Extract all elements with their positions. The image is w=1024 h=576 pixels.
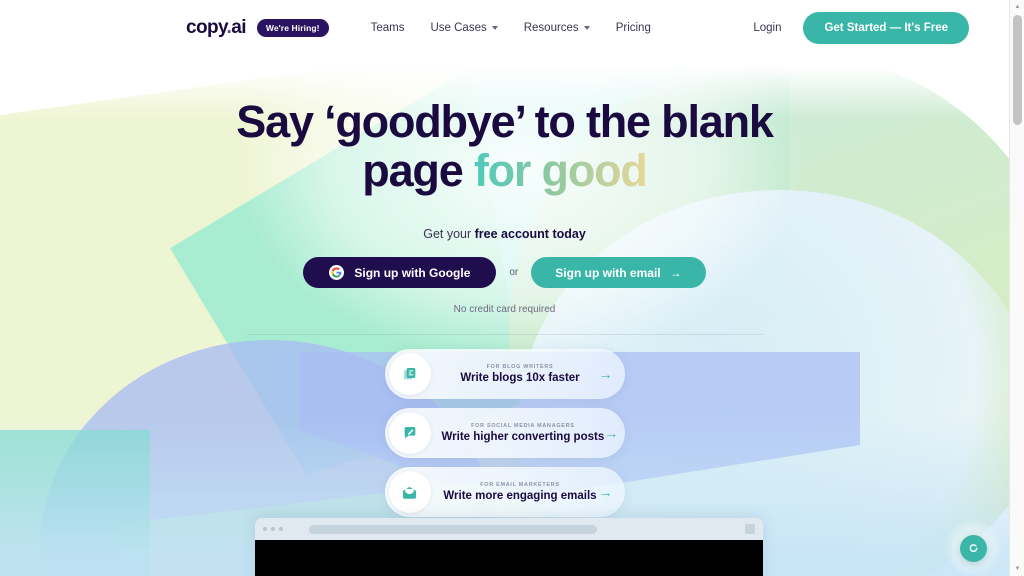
feature-card-text: FOR BLOG WRITERS Write blogs 10x faster xyxy=(442,364,599,384)
hero-section: Say ‘goodbye’ to the blank page for good… xyxy=(0,56,1009,518)
no-credit-card-note: No credit card required xyxy=(453,304,556,316)
hero-subhead: Get your free account today xyxy=(0,227,1009,241)
google-icon xyxy=(329,265,345,281)
arrow-right-icon: → xyxy=(598,366,613,383)
subhead-bold: free account today xyxy=(474,227,586,242)
arrow-right-icon: → xyxy=(604,425,619,442)
feature-card-email-marketers[interactable]: FOR EMAIL MARKETERS Write more engaging … xyxy=(384,467,625,518)
document-stack-icon xyxy=(388,353,431,396)
nav-right-group: Login Get Started — It's Free xyxy=(753,12,969,44)
subhead-prefix: Get your xyxy=(423,227,475,242)
nav-item-pricing[interactable]: Pricing xyxy=(616,22,651,34)
login-link[interactable]: Login xyxy=(753,22,781,34)
logo-suffix: ai xyxy=(231,17,246,38)
feature-card-eyebrow: FOR BLOG WRITERS xyxy=(486,364,554,371)
nav-item-use-cases[interactable]: Use Cases xyxy=(430,22,498,34)
nav-item-resources-label: Resources xyxy=(523,22,579,34)
nav-links: Teams Use Cases Resources Pricing xyxy=(371,22,651,34)
feature-card-eyebrow: FOR EMAIL MARKETERS xyxy=(480,482,560,489)
traffic-light-dot xyxy=(271,527,275,531)
feature-card-eyebrow: FOR SOCIAL MEDIA MANAGERS xyxy=(471,423,575,430)
scrollbar-down-arrow[interactable]: ▼ xyxy=(1010,562,1024,576)
browser-mockup-toolbar xyxy=(255,518,763,540)
browser-mockup xyxy=(255,518,763,576)
headline-line-2-gradient: for good xyxy=(473,144,648,196)
browser-mockup-video-area xyxy=(255,540,763,576)
sign-up-with-email-button[interactable]: Sign up with email → xyxy=(531,257,706,289)
feature-card-text: FOR EMAIL MARKETERS Write more engaging … xyxy=(442,482,599,502)
nav-item-resources[interactable]: Resources xyxy=(524,22,590,34)
open-envelope-icon xyxy=(388,471,431,514)
nav-item-use-cases-label: Use Cases xyxy=(430,22,487,34)
browser-mockup-action-button xyxy=(745,524,755,534)
logo[interactable]: copy.ai xyxy=(186,17,246,39)
logo-text: copy xyxy=(186,17,227,38)
page-title: Say ‘goodbye’ to the blank page for good xyxy=(0,96,1009,196)
traffic-light-dot xyxy=(279,527,283,531)
chevron-down-icon xyxy=(491,26,498,30)
chat-widget-glyph xyxy=(969,544,978,553)
sign-up-with-google-label: Sign up with Google xyxy=(354,265,471,280)
page-canvas: copy.ai We're Hiring! Teams Use Cases Re… xyxy=(0,0,1009,576)
main-navbar: copy.ai We're Hiring! Teams Use Cases Re… xyxy=(0,0,1009,56)
feature-card-title: Write higher converting posts xyxy=(441,431,605,444)
or-separator: or xyxy=(509,267,519,279)
get-started-button[interactable]: Get Started — It's Free xyxy=(803,12,969,44)
nav-item-teams[interactable]: Teams xyxy=(371,22,405,34)
section-divider xyxy=(246,334,763,336)
arrow-right-icon: → xyxy=(598,484,613,501)
sign-up-with-google-button[interactable]: Sign up with Google xyxy=(303,257,497,289)
headline-line-2-dark: page xyxy=(362,144,474,196)
chevron-down-icon xyxy=(583,26,590,30)
scrollbar-thumb[interactable] xyxy=(1013,15,1022,125)
chat-pencil-icon xyxy=(388,412,431,455)
chat-widget-button[interactable] xyxy=(960,535,987,562)
hiring-badge[interactable]: We're Hiring! xyxy=(256,19,329,37)
feature-card-title: Write more engaging emails xyxy=(443,490,597,503)
scrollbar-up-arrow[interactable]: ▲ xyxy=(1010,0,1024,14)
feature-card-text: FOR SOCIAL MEDIA MANAGERS Write higher c… xyxy=(442,423,605,443)
feature-card-list: FOR BLOG WRITERS Write blogs 10x faster … xyxy=(0,349,1009,518)
sign-up-with-email-label: Sign up with email xyxy=(555,265,661,280)
traffic-light-dot xyxy=(263,527,267,531)
signup-button-row: Sign up with Google or Sign up with emai… xyxy=(0,257,1009,289)
feature-card-social-media-managers[interactable]: FOR SOCIAL MEDIA MANAGERS Write higher c… xyxy=(384,408,625,459)
feature-card-blog-writers[interactable]: FOR BLOG WRITERS Write blogs 10x faster … xyxy=(384,349,625,400)
browser-mockup-url-bar xyxy=(309,524,597,534)
feature-card-title: Write blogs 10x faster xyxy=(460,372,580,385)
headline-line-1: Say ‘goodbye’ to the blank xyxy=(236,96,774,147)
nav-item-pricing-label: Pricing xyxy=(615,22,651,34)
arrow-right-icon: → xyxy=(669,265,682,280)
scrollbar[interactable]: ▲ ▼ xyxy=(1009,0,1024,576)
nav-item-teams-label: Teams xyxy=(370,22,405,34)
